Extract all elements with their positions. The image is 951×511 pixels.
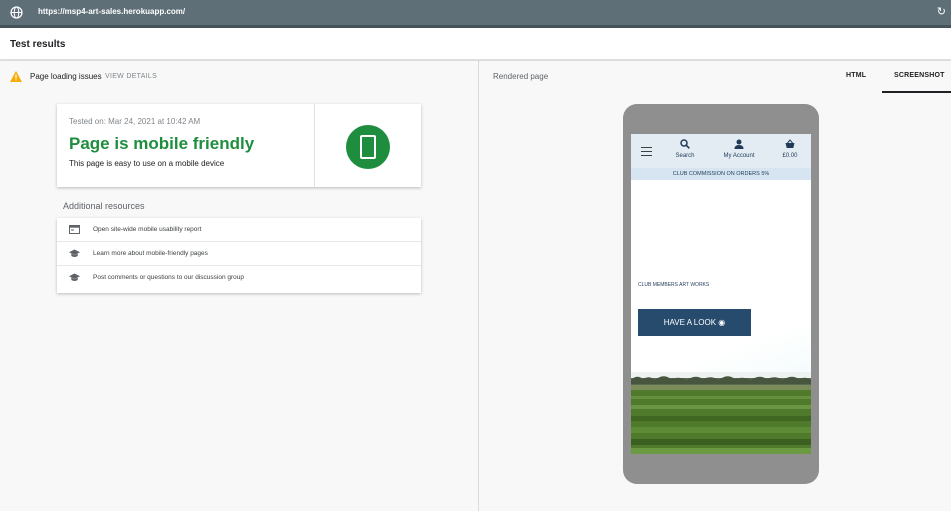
rendered-screenshot: Search My Account £0.00 CLUB COMMISSION …: [631, 134, 811, 454]
url-text[interactable]: https://msp4-art-sales.herokuapp.com/: [38, 7, 185, 16]
smartphone-icon: [360, 135, 376, 159]
report-icon: [69, 225, 80, 234]
tab-html[interactable]: HTML: [846, 72, 866, 79]
resource-learn-more[interactable]: Learn more about mobile-friendly pages: [57, 242, 421, 266]
tab-selected-indicator: [882, 91, 951, 93]
resource-discussion-group[interactable]: Post comments or questions to our discus…: [57, 266, 421, 290]
resource-label: Open site-wide mobile usability report: [93, 226, 202, 233]
graduation-cap-icon: [69, 273, 80, 281]
globe-icon: [10, 6, 23, 19]
resources-list: Open site-wide mobile usability report L…: [57, 218, 421, 293]
site-cta-button: HAVE A LOOK ◉: [638, 309, 751, 336]
card-divider: [314, 104, 315, 187]
mobile-friendly-badge: [346, 125, 390, 169]
issues-label: Page loading issues: [30, 72, 102, 81]
site-nav-bag: £0.00: [779, 139, 801, 159]
resource-label: Post comments or questions to our discus…: [93, 274, 245, 281]
site-promo-banner: CLUB COMMISSION ON ORDERS 5%: [631, 168, 811, 180]
site-hero-text: CLUB MEMBERS ART WORKS: [638, 282, 710, 288]
resources-title: Additional resources: [63, 201, 145, 211]
app-header: Test results: [0, 28, 951, 60]
tab-screenshot[interactable]: SCREENSHOT: [894, 72, 945, 79]
rendered-page-label: Rendered page: [493, 72, 549, 81]
browser-url-bar: https://msp4-art-sales.herokuapp.com/ ↻: [0, 0, 951, 25]
site-hero: CLUB MEMBERS ART WORKS HAVE A LOOK ◉: [631, 180, 811, 454]
left-panel: Page loading issues VIEW DETAILS Tested …: [0, 61, 479, 511]
tested-on-text: Tested on: Mar 24, 2021 at 10:42 AM: [69, 117, 201, 126]
search-icon: [680, 139, 690, 149]
site-nav-account: My Account: [719, 139, 759, 159]
verdict-heading: Page is mobile friendly: [69, 134, 255, 153]
site-cta-label: HAVE A LOOK: [663, 318, 717, 327]
resource-label: Learn more about mobile-friendly pages: [93, 250, 208, 257]
verdict-description: This page is easy to use on a mobile dev…: [69, 159, 225, 168]
site-nav-account-label: My Account: [723, 153, 755, 159]
phone-frame: Search My Account £0.00 CLUB COMMISSION …: [623, 104, 819, 484]
right-panel: Rendered page HTML SCREENSHOT Search My …: [480, 61, 951, 511]
site-nav-search-label: Search: [675, 153, 695, 159]
page-loading-issues: Page loading issues VIEW DETAILS: [10, 71, 157, 82]
hamburger-menu-icon: [641, 147, 652, 156]
graduation-cap-icon: [69, 249, 80, 257]
shopping-basket-icon: [785, 139, 795, 148]
field-photo: [631, 372, 811, 454]
site-nav-search: Search: [673, 139, 697, 159]
site-nav-bag-total: £0.00: [782, 153, 798, 159]
eye-icon: ◉: [718, 318, 726, 327]
page-title: Test results: [10, 39, 66, 50]
reload-icon[interactable]: ↻: [937, 5, 946, 19]
result-card: Tested on: Mar 24, 2021 at 10:42 AM Page…: [57, 104, 421, 187]
resource-usability-report[interactable]: Open site-wide mobile usability report: [57, 218, 421, 242]
site-navbar: Search My Account £0.00: [631, 134, 811, 168]
user-icon: [734, 139, 744, 149]
warning-icon: [10, 71, 22, 82]
view-details-link[interactable]: VIEW DETAILS: [105, 73, 157, 80]
